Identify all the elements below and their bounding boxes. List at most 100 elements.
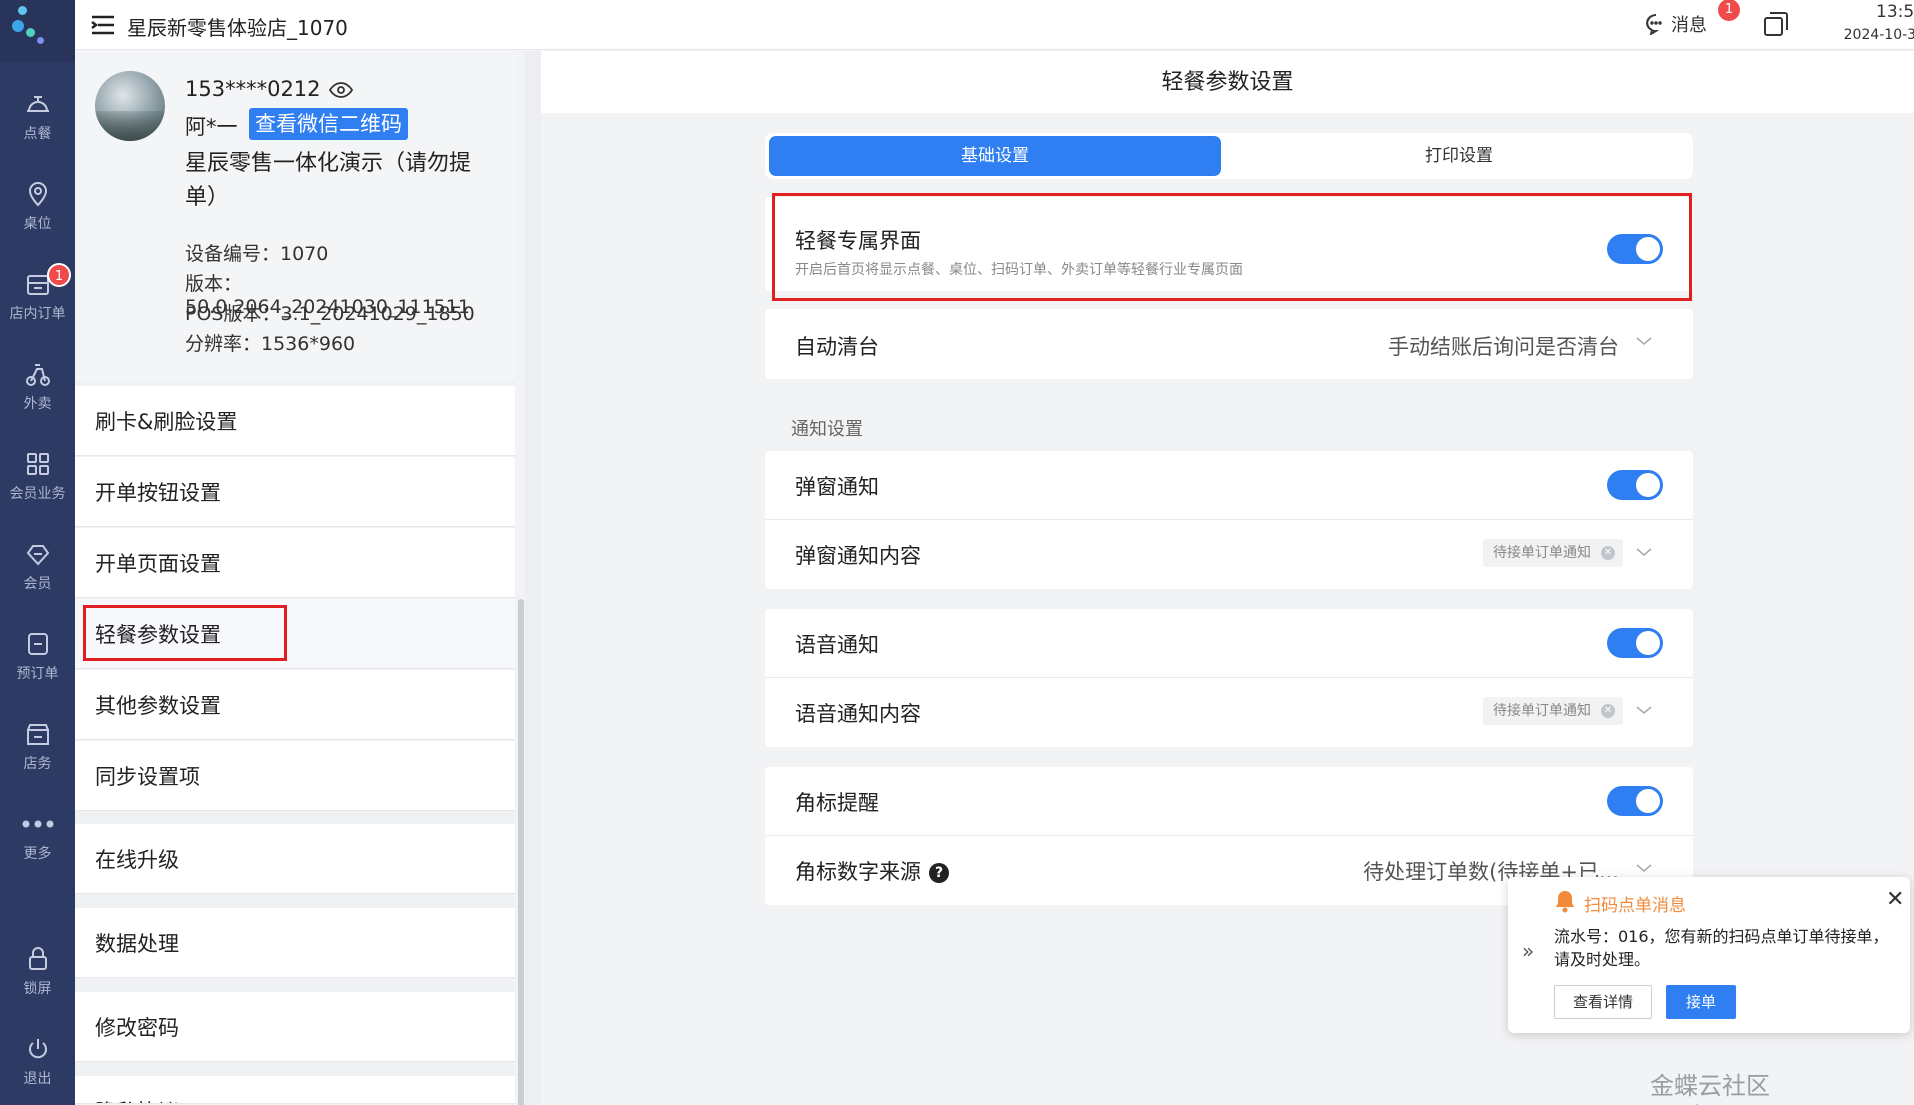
menu-item-data-processing[interactable]: 数据处理 — [75, 908, 515, 978]
close-icon[interactable]: ✕ — [1601, 546, 1615, 560]
screen-resolution: 分辨率：1536*960 — [185, 333, 356, 355]
rail-item-logout[interactable]: 退出 — [0, 1020, 75, 1100]
nav-rail: 点餐 桌位 店内订单 1 外卖 会员业务 会员 预订单 店务 更多 锁屏 退出 — [0, 0, 75, 1105]
rail-item-order[interactable]: 点餐 — [0, 75, 75, 155]
store-name: 星辰新零售体验店_1070 — [127, 16, 348, 40]
auto-clear-row[interactable]: 自动清台 手动结账后询问是否清台 — [765, 309, 1693, 379]
menu-item-label: 其他参数设置 — [95, 694, 221, 718]
settings-tabs: 基础设置 打印设置 — [765, 133, 1693, 179]
menu-item-card-face[interactable]: 刷卡&刷脸设置 — [75, 386, 515, 456]
messages-badge: 1 — [1717, 0, 1741, 22]
rail-item-lock[interactable]: 锁屏 — [0, 930, 75, 1010]
panel-divider — [525, 51, 541, 1105]
chevron-down-icon — [1636, 706, 1652, 715]
auto-clear-card: 自动清台 手动结账后询问是否清台 — [765, 309, 1693, 379]
rail-label: 锁屏 — [23, 981, 52, 997]
watermark: 金蝶云社区@winner_so — [1650, 1072, 1795, 1105]
menu-item-online-upgrade[interactable]: 在线升级 — [75, 824, 515, 894]
rail-item-members[interactable]: 会员 — [0, 525, 75, 605]
voice-content-row[interactable]: 语音通知内容 待接单订单通知 ✕ — [765, 678, 1693, 747]
avatar — [95, 71, 165, 141]
badge-reminder-row: 角标提醒 — [765, 767, 1693, 835]
rail-item-more[interactable]: 更多 — [0, 795, 75, 875]
popup-content-row[interactable]: 弹窗通知内容 待接单订单通知 ✕ — [765, 520, 1693, 589]
clock-time: 13:52 — [1876, 2, 1914, 22]
chevron-down-icon — [1636, 548, 1652, 557]
menu-item-privacy[interactable]: 隐私协议 — [75, 1076, 515, 1104]
sidebar-scrollbar[interactable] — [518, 599, 524, 1105]
menu-item-label: 修改密码 — [95, 1016, 179, 1040]
menu-item-other-params[interactable]: 其他参数设置 — [75, 670, 515, 740]
menu-item-label: 数据处理 — [95, 932, 179, 956]
rail-item-store-orders[interactable]: 店内订单 1 — [0, 255, 75, 335]
notification-badge: 1 — [47, 263, 71, 287]
device-number: 设备编号：1070 — [185, 243, 329, 265]
window-switch-icon[interactable] — [1761, 9, 1791, 39]
user-phone-text: 153****0212 — [185, 77, 321, 101]
popup-notify-label: 弹窗通知 — [795, 475, 879, 499]
menu-icon[interactable] — [89, 12, 117, 38]
voice-notify-label: 语音通知 — [795, 633, 879, 657]
highlight-box-menu — [83, 605, 287, 661]
badge-source-text: 角标数字来源 — [795, 860, 921, 884]
diamond-icon — [26, 545, 49, 566]
lock-icon — [28, 947, 47, 970]
voice-content-tag[interactable]: 待接单订单通知 ✕ — [1483, 697, 1623, 725]
menu-item-label: 在线升级 — [95, 848, 179, 872]
rail-label: 店内订单 — [9, 306, 66, 322]
accept-order-button[interactable]: 接单 — [1666, 985, 1736, 1019]
user-phone: 153****0212 — [185, 77, 353, 101]
power-icon — [28, 1039, 47, 1059]
rail-label: 预订单 — [16, 666, 59, 682]
voice-content-label: 语音通知内容 — [795, 702, 921, 726]
voice-notify-card: 语音通知 语音通知内容 待接单订单通知 ✕ — [765, 609, 1693, 747]
rail-item-tables[interactable]: 桌位 — [0, 165, 75, 245]
view-wechat-qr-button[interactable]: 查看微信二维码 — [249, 108, 408, 140]
badge-source-label: 角标数字来源? — [795, 856, 949, 886]
close-icon[interactable]: ✕ — [1601, 704, 1615, 718]
rail-label: 店务 — [23, 756, 52, 772]
rail-item-takeout[interactable]: 外卖 — [0, 345, 75, 425]
notification-body: 流水号：016，您有新的扫码点单订单待接单，请及时处理。 — [1554, 927, 1889, 969]
location-pin-icon — [28, 182, 47, 207]
popup-notify-row: 弹窗通知 — [765, 451, 1693, 519]
notification-title: 扫码点单消息 — [1584, 896, 1686, 916]
rail-label: 点餐 — [23, 126, 52, 142]
rail-item-store-affairs[interactable]: 店务 — [0, 705, 75, 785]
help-icon[interactable]: ? — [929, 863, 949, 883]
menu-item-label: 刷卡&刷脸设置 — [95, 410, 238, 434]
view-details-button[interactable]: 查看详情 — [1554, 985, 1652, 1019]
chevron-down-icon — [1636, 337, 1652, 346]
rail-label: 会员 — [23, 576, 52, 592]
popup-content-tag[interactable]: 待接单订单通知 ✕ — [1483, 539, 1623, 567]
tab-basic-settings[interactable]: 基础设置 — [769, 136, 1221, 176]
close-icon[interactable]: ✕ — [1886, 887, 1904, 912]
service-bell-icon — [26, 96, 49, 112]
popup-notify-card: 弹窗通知 弹窗通知内容 待接单订单通知 ✕ — [765, 451, 1693, 589]
clock-date: 2024-10-30 — [1843, 27, 1914, 43]
store-icon — [26, 724, 49, 745]
menu-item-open-button[interactable]: 开单按钮设置 — [75, 457, 515, 527]
popup-notify-toggle[interactable] — [1607, 470, 1663, 500]
expand-chevron-icon[interactable]: » — [1522, 939, 1534, 963]
top-bar: 星辰新零售体验店_1070 消息 1 13:52 2024-10-30 — [75, 0, 1914, 50]
app-logo — [0, 0, 75, 62]
bell-icon — [1556, 891, 1574, 913]
messages-label: 消息 — [1671, 15, 1707, 36]
tab-print-settings[interactable]: 打印设置 — [1229, 136, 1689, 176]
messages-button[interactable]: 消息 — [1645, 11, 1707, 37]
rail-item-reservations[interactable]: 预订单 — [0, 615, 75, 695]
notification-section-label: 通知设置 — [791, 419, 863, 440]
menu-item-open-page[interactable]: 开单页面设置 — [75, 528, 515, 598]
badge-reminder-toggle[interactable] — [1607, 786, 1663, 816]
menu-item-sync-settings[interactable]: 同步设置项 — [75, 741, 515, 811]
menu-item-change-password[interactable]: 修改密码 — [75, 992, 515, 1062]
chevron-down-icon — [1636, 864, 1652, 873]
voice-notify-toggle[interactable] — [1607, 628, 1663, 658]
menu-item-label: 同步设置项 — [95, 765, 200, 789]
rail-label: 外卖 — [23, 396, 52, 412]
eye-icon[interactable] — [328, 81, 353, 99]
voice-notify-row: 语音通知 — [765, 609, 1693, 677]
rail-item-member-business[interactable]: 会员业务 — [0, 435, 75, 515]
menu-item-label: 隐私协议 — [95, 1096, 179, 1103]
